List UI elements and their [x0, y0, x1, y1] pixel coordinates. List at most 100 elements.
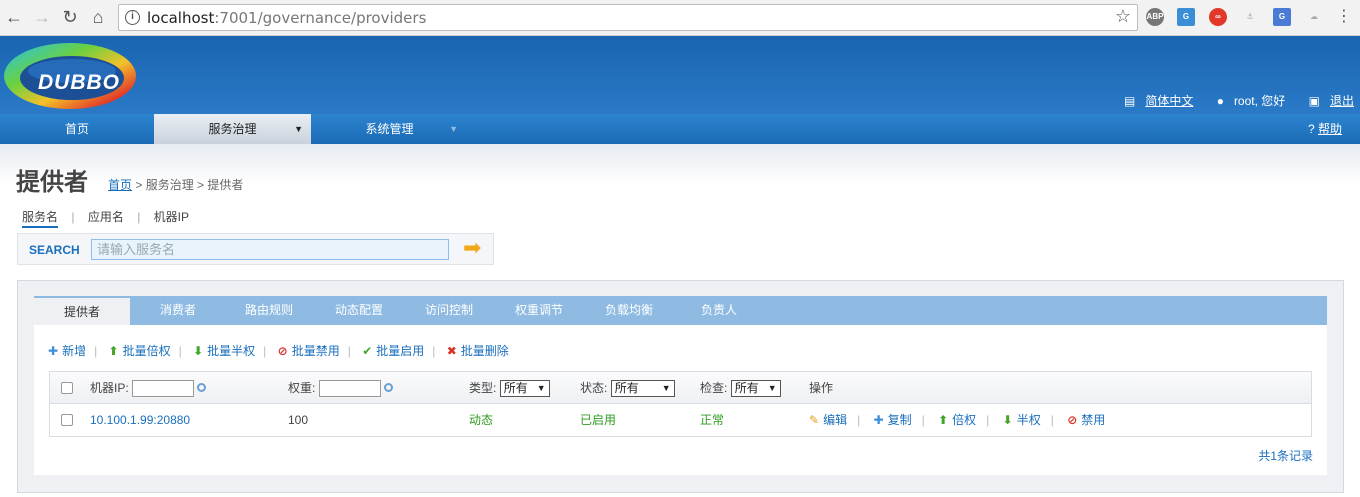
reload-icon[interactable]: ↻	[60, 7, 80, 27]
tab-providers[interactable]: 提供者	[34, 296, 130, 325]
tab-overrides[interactable]: 动态配置	[324, 296, 394, 325]
tab-label: 负责人	[700, 303, 737, 317]
status-filter: 状态: 所有 ▼	[580, 372, 675, 404]
operations-header: 操作	[809, 381, 834, 395]
half-weight-label: 批量半权	[207, 344, 256, 358]
search-box: SEARCH ➡	[17, 233, 494, 265]
home-icon[interactable]: ⌂	[88, 7, 108, 27]
ban-icon: ⊘	[277, 344, 288, 358]
add-label: 新增	[62, 344, 87, 358]
search-tab-service[interactable]: 服务名	[22, 210, 59, 228]
half-weight-button[interactable]: ⬇ 半权	[1003, 413, 1041, 427]
url-path: :7001/governance/providers	[214, 9, 427, 27]
google-extension-icon[interactable]: G	[1177, 8, 1195, 26]
weight-filter-input[interactable]	[318, 380, 381, 398]
provider-address-link[interactable]: 10.100.1.99:20880	[90, 404, 190, 436]
dubbo-logo: DUBBO	[4, 40, 142, 110]
main-menu: 首页 服务治理 ▼ 系统管理 ▼ ? 帮助	[0, 114, 1360, 144]
tab-content: ✚ 新增 | ⬆ 批量倍权 | ⬇ 批量半权 | ⊘ 批量禁用 | ✔ 批量启用 | ✖ 批量删除 机…	[34, 325, 1327, 475]
tab-label: 权重调节	[514, 303, 563, 317]
batch-disable-button[interactable]: ⊘ 批量禁用	[278, 342, 340, 359]
half-label: 半权	[1016, 413, 1041, 427]
chevron-down-icon: ▼	[294, 124, 303, 134]
help-icon: ?	[1307, 122, 1315, 136]
chevron-down-icon: ▼	[536, 383, 546, 394]
language-link[interactable]: ▤ 简体中文	[1114, 94, 1193, 108]
provider-type: 动态	[469, 413, 494, 427]
batch-double-weight-button[interactable]: ⬆ 批量倍权	[109, 342, 171, 359]
row-checkbox[interactable]	[61, 414, 73, 426]
separator: |	[263, 344, 267, 358]
tab-owners[interactable]: 负责人	[684, 296, 754, 325]
separator: |	[921, 413, 925, 427]
address-url[interactable]: localhost:7001/governance/providers	[147, 9, 426, 27]
double-label: 倍权	[952, 413, 977, 427]
search-icon[interactable]	[383, 383, 393, 393]
table-row: 10.100.1.99:20880 100 动态 已启用 正常 ✎ 编辑 | ✚ 复制…	[50, 404, 1311, 436]
disable-label: 禁用	[1081, 413, 1106, 427]
batch-delete-button[interactable]: ✖ 批量删除	[447, 342, 509, 359]
menu-item-label: 服务治理	[208, 122, 257, 136]
bookmark-star-icon[interactable]: ☆	[1115, 6, 1131, 27]
logout-icon: ▣	[1308, 94, 1320, 108]
menu-item-home[interactable]: 首页	[0, 114, 154, 144]
search-icon[interactable]	[197, 383, 207, 393]
batch-half-weight-button[interactable]: ⬇ 批量半权	[193, 342, 255, 359]
check-select[interactable]: 所有 ▼	[730, 380, 781, 398]
search-input[interactable]	[91, 239, 449, 260]
infinity-extension-icon[interactable]: ∞	[1209, 8, 1227, 26]
user-name: root, 您好	[1233, 94, 1286, 108]
ip-filter-input[interactable]	[132, 380, 195, 398]
tab-label: 访问控制	[424, 303, 473, 317]
tab-access[interactable]: 访问控制	[414, 296, 484, 325]
search-tab-application[interactable]: 应用名	[88, 210, 124, 224]
status-select-value: 所有	[614, 381, 639, 396]
search-label: SEARCH	[29, 243, 80, 257]
anchor-extension-icon[interactable]: ⚓	[1241, 8, 1259, 26]
disable-button[interactable]: ⊘ 禁用	[1067, 413, 1105, 427]
translate-extension-icon[interactable]: G	[1273, 8, 1291, 26]
tab-weights[interactable]: 权重调节	[504, 296, 574, 325]
weibo-extension-icon[interactable]: ☁	[1305, 8, 1323, 26]
enable-label: 批量启用	[376, 344, 425, 358]
logo-text: DUBBO	[38, 71, 120, 94]
menu-item-system[interactable]: 系统管理 ▼	[311, 114, 468, 144]
arrow-up-icon: ⬆	[108, 344, 119, 358]
logout-link[interactable]: ▣ 退出	[1299, 94, 1354, 108]
tab-separator: |	[137, 210, 141, 224]
user-icon: ●	[1216, 94, 1224, 108]
check-filter: 检查: 所有 ▼	[700, 372, 781, 404]
provider-status: 已启用	[580, 413, 617, 427]
info-icon[interactable]: i	[125, 10, 140, 25]
search-tab-ip[interactable]: 机器IP	[154, 210, 189, 224]
type-select[interactable]: 所有 ▼	[499, 380, 550, 398]
back-arrow-icon[interactable]: ←	[4, 7, 24, 27]
disable-label: 批量禁用	[291, 344, 340, 358]
menu-dots-icon[interactable]: ⋮	[1334, 7, 1354, 27]
add-button[interactable]: ✚ 新增	[48, 342, 86, 359]
double-weight-button[interactable]: ⬆ 倍权	[938, 413, 976, 427]
arrow-right-icon[interactable]: ➡	[463, 237, 485, 259]
record-count: 共1条记录	[1258, 449, 1313, 463]
select-all-checkbox[interactable]	[61, 382, 73, 394]
help-link[interactable]: ? 帮助	[1308, 114, 1342, 144]
address-bar[interactable]: i localhost:7001/governance/providers ☆	[118, 4, 1138, 31]
arrow-down-icon: ⬇	[1002, 413, 1013, 427]
menu-item-governance[interactable]: 服务治理 ▼	[154, 114, 311, 144]
tab-consumers[interactable]: 消费者	[148, 296, 208, 325]
breadcrumb-home[interactable]: 首页	[108, 178, 132, 192]
copy-button[interactable]: ✚ 复制	[874, 413, 912, 427]
forward-arrow-icon[interactable]: →	[32, 7, 52, 27]
copy-label: 复制	[887, 413, 912, 427]
type-filter: 类型: 所有 ▼	[469, 372, 550, 404]
browser-toolbar: ← → ↻ ⌂ i localhost:7001/governance/prov…	[0, 0, 1360, 36]
edit-button[interactable]: ✎ 编辑	[809, 413, 847, 427]
separator: |	[432, 344, 436, 358]
url-host: localhost	[147, 9, 215, 27]
tab-routes[interactable]: 路由规则	[234, 296, 304, 325]
tab-loadbalance[interactable]: 负载均衡	[594, 296, 664, 325]
adblock-extension-icon[interactable]: ABP	[1146, 8, 1164, 26]
content-panel: 提供者 消费者 路由规则 动态配置 访问控制 权重调节 负载均衡 负责人 ✚ 新增…	[17, 280, 1344, 493]
batch-enable-button[interactable]: ✔ 批量启用	[362, 342, 424, 359]
status-select[interactable]: 所有 ▼	[610, 380, 675, 398]
